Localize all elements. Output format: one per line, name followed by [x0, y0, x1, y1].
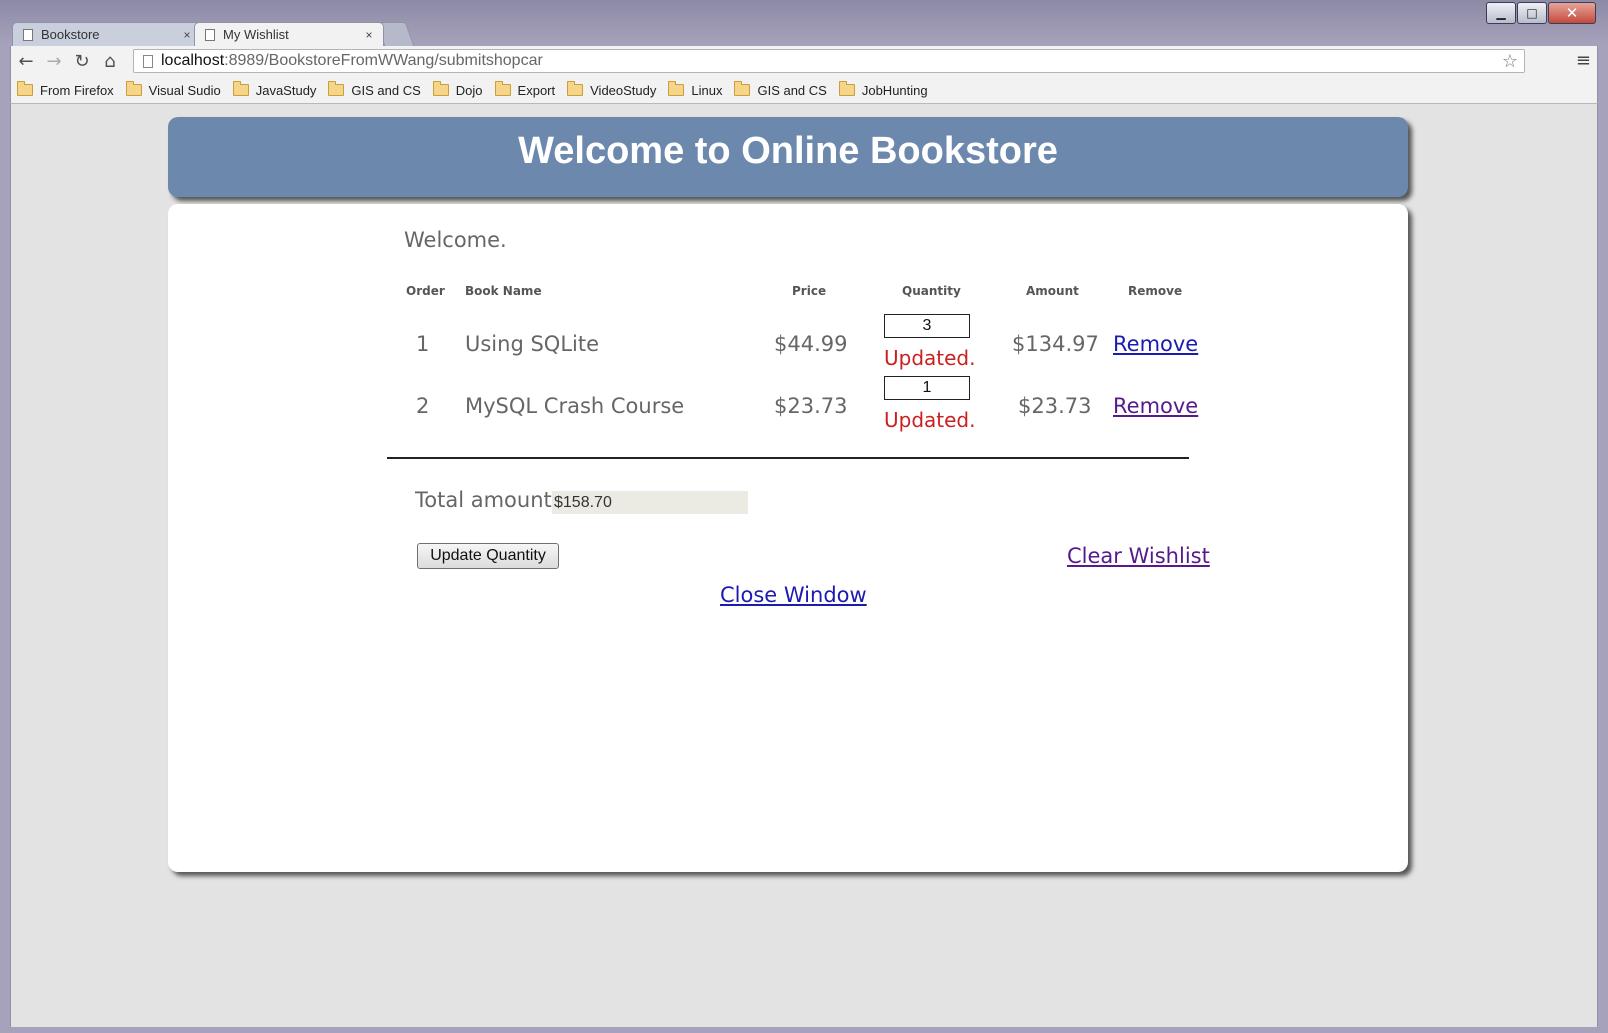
wishlist-panel: Welcome. Order Book Name Price Quantity … — [168, 204, 1408, 872]
bookmark-label: Linux — [691, 82, 723, 98]
address-bar[interactable]: localhost:8989/BookstoreFromWWang/submit… — [133, 49, 1525, 73]
bookmark-folder[interactable]: Linux — [668, 81, 723, 98]
bookmark-label: GIS and CS — [757, 82, 827, 98]
home-icon[interactable]: ⌂ — [99, 50, 121, 72]
folder-icon — [838, 81, 855, 96]
folder-icon — [567, 81, 584, 96]
page-icon — [205, 28, 215, 41]
updated-status: Updated. — [884, 408, 976, 432]
bookmark-label: Visual Sudio — [148, 82, 221, 98]
site-header: Welcome to Online Bookstore — [168, 117, 1408, 197]
folder-icon — [668, 81, 685, 96]
bookmark-label: JavaStudy — [255, 82, 317, 98]
updated-status: Updated. — [884, 346, 976, 370]
folder-icon — [734, 81, 751, 96]
page-viewport: Welcome to Online Bookstore Welcome. Ord… — [10, 104, 1598, 1027]
bookmark-star-icon[interactable]: ☆ — [1502, 51, 1518, 72]
menu-icon[interactable]: ≡ — [1576, 50, 1591, 71]
order-cell: 2 — [416, 394, 430, 418]
total-amount-field: $158.70 — [552, 491, 748, 514]
clear-wishlist-link[interactable]: Clear Wishlist — [1067, 544, 1210, 568]
bookmark-folder[interactable]: GIS and CS — [328, 81, 421, 98]
bookmark-folder[interactable]: Visual Sudio — [125, 81, 221, 98]
column-header-quantity: Quantity — [902, 284, 961, 298]
close-window-button[interactable]: ✕ — [1548, 2, 1596, 24]
tab-label: Bookstore — [41, 27, 100, 42]
bookmark-folder[interactable]: VideoStudy — [567, 81, 657, 98]
amount-cell: $23.73 — [1018, 394, 1092, 418]
welcome-text: Welcome. — [404, 228, 507, 252]
price-cell: $23.73 — [774, 394, 848, 418]
bookmark-label: VideoStudy — [590, 82, 657, 98]
page-icon — [143, 54, 153, 68]
bookmark-label: Dojo — [455, 82, 483, 98]
bookmark-folder[interactable]: Dojo — [432, 81, 483, 98]
bookmark-label: JobHunting — [861, 82, 928, 98]
bookmark-folder[interactable]: JavaStudy — [232, 81, 317, 98]
tab-bookstore[interactable]: Bookstore × — [12, 22, 202, 46]
url-host: localhost — [161, 52, 225, 69]
tab-close-icon[interactable]: × — [179, 28, 195, 42]
folder-icon — [17, 81, 33, 96]
bookmark-label: From Firefox — [40, 82, 114, 98]
forward-arrow-icon[interactable]: → — [43, 50, 65, 72]
tab-strip: Bookstore × My Wishlist × — [12, 22, 415, 46]
quantity-input[interactable]: 3 — [884, 314, 970, 338]
window-controls: ▁ □ ✕ — [1485, 2, 1596, 24]
column-header-price: Price — [792, 284, 827, 298]
tab-my-wishlist[interactable]: My Wishlist × — [194, 22, 384, 46]
order-cell: 1 — [416, 332, 430, 356]
divider — [387, 457, 1189, 459]
folder-icon — [494, 81, 511, 96]
book-name-cell: MySQL Crash Course — [465, 394, 685, 418]
browser-toolbar: ← → ↻ ⌂ localhost:8989/BookstoreFromWWan… — [10, 46, 1598, 77]
browser-window: ▁ □ ✕ Bookstore × My Wishlist × ← → ↻ ⌂ … — [0, 0, 1608, 1033]
column-header-amount: Amount — [1026, 284, 1079, 298]
total-amount-label: Total amount: — [415, 488, 559, 512]
close-window-link[interactable]: Close Window — [720, 583, 867, 607]
remove-link[interactable]: Remove — [1113, 332, 1198, 356]
page-icon — [23, 28, 33, 41]
bookmark-folder[interactable]: From Firefox — [17, 81, 114, 98]
column-header-book-name: Book Name — [465, 284, 542, 298]
url-path: :8989/BookstoreFromWWang/submitshopcar — [224, 52, 543, 69]
folder-icon — [232, 81, 249, 96]
folder-icon — [432, 81, 449, 96]
maximize-button[interactable]: □ — [1517, 2, 1547, 24]
bookmark-label: GIS and CS — [351, 82, 421, 98]
column-header-remove: Remove — [1128, 284, 1183, 298]
bookmark-folder[interactable]: Export — [494, 81, 556, 98]
amount-cell: $134.97 — [1012, 332, 1099, 356]
bookmark-folder[interactable]: JobHunting — [838, 81, 928, 98]
folder-icon — [328, 81, 345, 96]
tab-close-icon[interactable]: × — [361, 28, 377, 42]
folder-icon — [125, 81, 142, 96]
update-quantity-button[interactable]: Update Quantity — [417, 543, 559, 569]
remove-link[interactable]: Remove — [1113, 394, 1198, 418]
page-title: Welcome to Online Bookstore — [518, 130, 1058, 172]
bookmarks-bar: From Firefox Visual Sudio JavaStudy GIS … — [10, 77, 1598, 104]
book-name-cell: Using SQLite — [465, 332, 600, 356]
column-header-order: Order — [406, 284, 445, 298]
price-cell: $44.99 — [774, 332, 848, 356]
minimize-button[interactable]: ▁ — [1486, 2, 1516, 24]
bookmark-label: Export — [517, 82, 556, 98]
back-arrow-icon[interactable]: ← — [15, 50, 37, 72]
url-text: localhost:8989/BookstoreFromWWang/submit… — [161, 52, 543, 70]
reload-icon[interactable]: ↻ — [71, 50, 93, 72]
quantity-input[interactable]: 1 — [884, 376, 970, 400]
tab-label: My Wishlist — [223, 27, 289, 42]
bookmark-folder[interactable]: GIS and CS — [734, 81, 827, 98]
